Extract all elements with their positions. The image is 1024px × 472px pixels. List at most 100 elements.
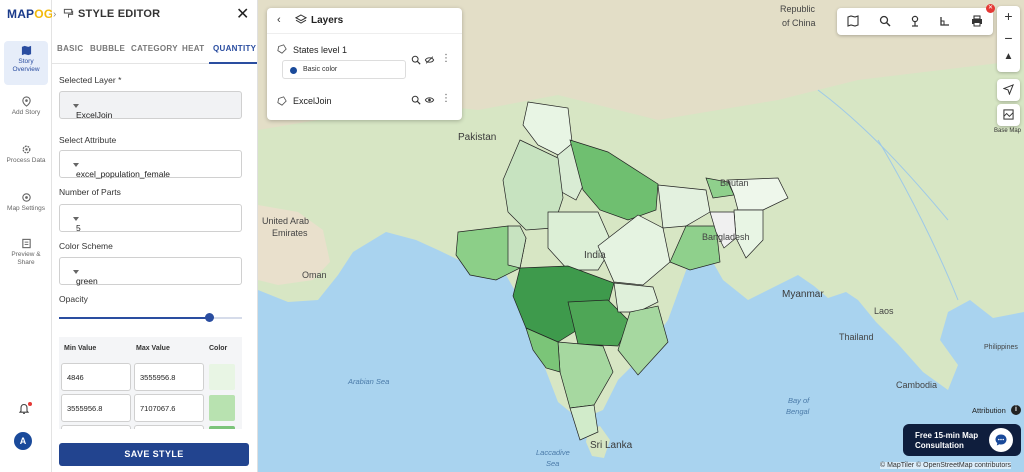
map-label: Bangladesh [702,232,750,242]
rail-item-label: Map Settings [7,205,45,212]
color-swatch[interactable] [209,395,235,421]
left-rail: MAPOG Story Overview Add Story Process D… [0,0,53,472]
panel-header: › STYLE EDITOR ✕ [52,0,258,30]
mapog-logo[interactable]: MAPOG [7,7,53,21]
eye-icon[interactable] [424,95,435,105]
selected-layer-value: ExcelJoin [76,110,113,120]
attribution-label[interactable]: Attribution [972,406,1006,415]
color-swatch[interactable] [209,426,235,429]
map-label: Sri Lanka [590,440,633,451]
locate-button[interactable] [997,79,1020,101]
scheme-select[interactable]: green [59,257,242,286]
style-brush-icon [63,8,74,18]
map-label: Cambodia [896,380,938,390]
eye-off-icon[interactable] [424,55,435,65]
search-icon[interactable] [879,15,891,27]
chip-label: Basic color [303,66,338,73]
parts-value: 5 [76,223,81,233]
map-label: Bhutan [720,178,749,188]
chevron-left-icon[interactable]: ‹ [277,14,281,26]
toolbar-close-icon[interactable]: ✕ [986,4,995,13]
map-layers-icon[interactable] [847,15,859,27]
compass-icon[interactable]: ▲ [997,51,1020,62]
more-vert-icon[interactable]: ⋮ [441,93,451,104]
preview-icon [21,238,31,249]
layer-name[interactable]: ExcelJoin [293,96,332,106]
map-label: India [584,250,606,261]
map-label: Bengal [786,407,810,416]
info-icon[interactable]: i [1011,405,1021,415]
rail-item-preview-share[interactable]: Preview & Share [4,234,48,278]
scheme-label: Color Scheme [59,241,113,251]
layer-name[interactable]: States level 1 [293,45,347,55]
tab-basic[interactable]: BASIC [57,44,83,53]
rail-item-process-data[interactable]: Process Data [4,140,48,184]
tab-quantity[interactable]: QUANTITY [213,44,256,53]
consultation-text: Free 15-min Map Consultation [915,431,979,450]
selected-layer-select[interactable]: ExcelJoin [59,91,242,120]
rail-item-story-overview[interactable]: Story Overview [4,41,48,85]
map-label: Sea [546,459,560,468]
user-avatar[interactable]: A [14,432,32,450]
consultation-banner[interactable]: Free 15-min Map Consultation [903,424,1021,456]
zoom-controls: + − ▲ [997,6,1020,72]
table-header-color: Color [209,345,228,352]
gear-icon [22,145,30,154]
save-style-button[interactable]: SAVE STYLE [59,443,249,466]
chat-button[interactable] [989,428,1013,452]
zoom-to-layer-icon[interactable] [411,55,421,65]
map-toolbar [837,8,993,35]
range-table: Min Value Max Value Color 4846 3555956.8… [59,337,242,429]
parts-select[interactable]: 5 [59,204,242,233]
selected-layer-label: Selected Layer * [59,75,122,85]
min-value-input[interactable]: 4846 [61,363,131,391]
zoom-in-button[interactable]: + [997,8,1020,24]
navigation-arrow-icon [1003,84,1014,95]
scheme-value: green [76,276,98,286]
polygon-icon [277,96,287,106]
min-value-input[interactable]: 3555956.8 [61,394,131,422]
notification-dot [28,402,32,406]
zoom-out-button[interactable]: − [997,30,1020,46]
chevron-right-icon[interactable]: › [53,9,56,20]
copyright-text: © MapTiler © OpenStreetMap contributors [880,462,1012,469]
max-value-input[interactable] [134,425,204,429]
max-value-input[interactable]: 7107067.6 [134,394,204,422]
map-label: Myanmar [782,289,824,300]
opacity-slider-thumb[interactable] [205,313,214,322]
attribute-select[interactable]: excel_population_female [59,150,242,179]
layer-style-chip[interactable]: Basic color [282,60,406,79]
close-icon[interactable]: ✕ [236,4,249,24]
color-dot [290,67,297,74]
dropdown-arrow-icon [73,270,79,274]
tab-heat[interactable]: HEAT [182,44,204,53]
print-icon[interactable] [971,15,983,27]
style-editor-panel: › STYLE EDITOR ✕ BASIC BUBBLE CATEGORY H… [52,0,258,472]
min-value-input[interactable] [61,425,131,429]
layers-title: Layers [311,15,344,26]
marker-icon[interactable] [909,15,921,27]
color-swatch[interactable] [209,364,235,390]
layers-icon [295,14,307,24]
map-label: Republic [780,4,816,14]
rail-item-label: Process Data [6,157,46,164]
more-vert-icon[interactable]: ⋮ [441,53,451,64]
max-value-input[interactable]: 3555956.8 [134,363,204,391]
basemap-button[interactable] [997,104,1020,126]
tab-bubble[interactable]: BUBBLE [90,44,125,53]
dropdown-arrow-icon [73,104,79,108]
table-header-max: Max Value [136,345,170,352]
map-label: Philippines [984,344,1018,351]
measure-icon[interactable] [939,15,951,27]
rail-item-add-story[interactable]: Add Story [4,92,48,136]
parts-label: Number of Parts [59,187,121,197]
map-label: Emirates [272,228,308,238]
map-label: Pakistan [458,132,497,143]
rail-item-map-settings[interactable]: Map Settings [4,188,48,232]
map-label: Oman [302,270,327,280]
attribute-label: Select Attribute [59,135,117,145]
style-tabs: BASIC BUBBLE CATEGORY HEAT QUANTITY [52,38,258,64]
zoom-to-layer-icon[interactable] [411,95,421,105]
rail-item-label: Story Overview [12,58,40,73]
tab-category[interactable]: CATEGORY [131,44,178,53]
